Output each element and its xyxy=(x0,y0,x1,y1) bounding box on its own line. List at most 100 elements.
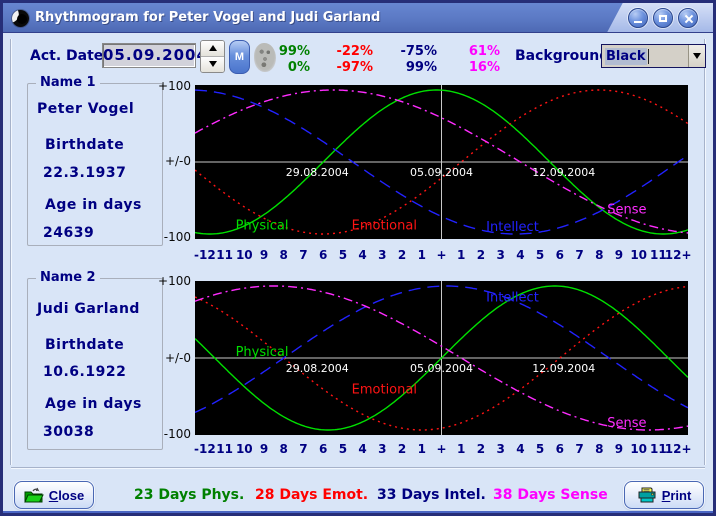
x-tick-label: 3 xyxy=(378,442,387,456)
person1-name: Peter Vogel xyxy=(37,101,135,117)
act-date-input[interactable]: 05.09.2004 xyxy=(102,43,207,68)
x-axis-ticks-2: -12 11 10 9 8 7 6 5 4 3 2 1 +1 2 3 4 5 6 7 8 9 10 11 12+ xyxy=(194,442,691,458)
portrait-icon xyxy=(254,43,276,72)
person2-group: Name 2 Judi Garland Birthdate 10.6.1922 … xyxy=(27,270,163,450)
person1-birthdate-label: Birthdate xyxy=(45,137,125,153)
x-tick-label: 3 xyxy=(496,248,505,262)
window-bottom-edge xyxy=(3,511,713,513)
series-label-emotional: Emotional xyxy=(352,383,417,398)
x-tick-label: 9 xyxy=(259,248,269,262)
readout-physical-2: 0% xyxy=(287,60,310,75)
x-tick-label: 1 xyxy=(417,248,426,262)
chart-date-label: 12.09.2004 xyxy=(532,362,595,375)
maximize-icon xyxy=(659,15,667,22)
x-tick-label: 2 xyxy=(397,442,407,456)
printer-icon xyxy=(638,487,656,502)
x-tick-label: 6 xyxy=(318,442,328,456)
maximize-button[interactable] xyxy=(653,8,673,28)
y-axis-mid-label-2: +/-0 xyxy=(164,351,191,365)
x-tick-label: 7 xyxy=(299,442,308,456)
separator xyxy=(704,39,706,465)
readout-sense-1: 61% xyxy=(468,44,500,59)
x-tick-label: 2 xyxy=(476,442,486,456)
x-tick-label: 3 xyxy=(378,248,387,262)
x-tick-label: + xyxy=(436,442,447,456)
x-tick-label: 8 xyxy=(279,442,288,456)
minimize-button[interactable] xyxy=(628,8,648,28)
x-tick-label: 8 xyxy=(595,248,604,262)
arrow-down-icon xyxy=(208,61,217,68)
x-tick-label: 10 xyxy=(235,442,253,456)
moon-icon xyxy=(12,10,29,27)
x-tick-label: 9 xyxy=(259,442,269,456)
minimize-icon xyxy=(634,21,642,23)
print-button[interactable]: Print xyxy=(624,481,704,509)
x-tick-label: 2 xyxy=(397,248,407,262)
separator xyxy=(11,467,705,469)
x-tick-label: 8 xyxy=(279,248,288,262)
x-tick-label: 12+ xyxy=(664,442,692,456)
chart-person2: 29.08.2004 05.09.2004 12.09.2004 Physical Em… xyxy=(195,281,688,435)
x-tick-label: 4 xyxy=(358,442,367,456)
person2-age-value: 30038 xyxy=(43,424,95,440)
x-tick-label: 9 xyxy=(614,248,624,262)
chart-date-label: 29.08.2004 xyxy=(286,362,349,375)
spinner-up-button[interactable] xyxy=(201,41,224,57)
x-tick-label: 12+ xyxy=(664,248,692,262)
readout-physical-1: 99% xyxy=(278,44,310,59)
biorhythm-plot: 29.08.2004 05.09.2004 12.09.2004 Physical Em… xyxy=(195,85,688,239)
x-tick-label: 1 xyxy=(457,248,466,262)
x-tick-label: 1 xyxy=(417,442,426,456)
chart-date-label: 05.09.2004 xyxy=(410,362,473,375)
x-tick-label: 10 xyxy=(630,248,648,262)
x-tick-label: 7 xyxy=(575,442,584,456)
background-label: Background xyxy=(515,48,610,64)
legend-physical: 23 Days Phys. xyxy=(134,487,245,503)
person2-birthdate-value: 10.6.1922 xyxy=(43,364,127,380)
background-select-value[interactable]: Black xyxy=(602,45,688,67)
x-tick-label: 1 xyxy=(457,442,466,456)
arrow-up-icon xyxy=(208,45,217,52)
spinner-down-button[interactable] xyxy=(201,56,224,72)
person2-name: Judi Garland xyxy=(37,301,140,317)
person2-group-label: Name 2 xyxy=(36,270,100,285)
legend-emotional: 28 Days Emot. xyxy=(255,487,369,503)
x-tick-label: 10 xyxy=(630,442,648,456)
date-spinner xyxy=(200,40,225,73)
close-window-button[interactable] xyxy=(678,8,698,28)
separator xyxy=(10,39,12,465)
biorhythm-plot: 29.08.2004 05.09.2004 12.09.2004 Physical Em… xyxy=(195,281,688,435)
x-tick-label: 11 xyxy=(216,442,233,456)
y-axis-top-label-2: +100 xyxy=(158,274,191,288)
text-caret xyxy=(647,48,649,64)
app-window: Rhythmogram for Peter Vogel and Judi Gar… xyxy=(0,0,716,516)
m-button[interactable]: M xyxy=(229,40,250,74)
dropdown-arrow-button[interactable] xyxy=(688,45,705,67)
series-label-sense: Sense xyxy=(607,416,646,431)
series-label-sense: Sense xyxy=(607,203,646,218)
x-tick-label: 4 xyxy=(358,248,367,262)
x-tick-label: 5 xyxy=(338,442,348,456)
y-axis-bottom-label-1: -100 xyxy=(163,230,191,244)
series-label-intellect: Intellect xyxy=(486,291,539,306)
y-axis-bottom-label-2: -100 xyxy=(163,427,191,441)
y-axis-top-label-1: +100 xyxy=(158,79,191,93)
biorhythm-readout-grid: 99% -22% -75% 61% 0% -97% 99% 16% xyxy=(276,44,500,76)
chart-person1: 29.08.2004 05.09.2004 12.09.2004 Physical Em… xyxy=(195,85,688,239)
close-button[interactable]: Close xyxy=(14,481,94,509)
chart-date-label: 05.09.2004 xyxy=(410,166,473,179)
background-select[interactable]: Black xyxy=(601,44,706,68)
x-tick-label: 7 xyxy=(299,248,308,262)
close-button-label: Close xyxy=(48,487,85,503)
readout-sense-2: 16% xyxy=(468,60,500,75)
person1-birthdate-value: 22.3.1937 xyxy=(43,165,127,181)
x-tick-label: 6 xyxy=(318,248,328,262)
legend-sense: 38 Days Sense xyxy=(493,487,608,503)
x-tick-label: 10 xyxy=(235,248,253,262)
legend-intellect: 33 Days Intel. xyxy=(377,487,486,503)
x-tick-label: 2 xyxy=(476,248,486,262)
x-tick-label: 11 xyxy=(216,248,233,262)
x-tick-label: -12 xyxy=(194,442,216,456)
x-axis-ticks-1: -12 11 10 9 8 7 6 5 4 3 2 1 +1 2 3 4 5 6 7 8 9 10 11 12+ xyxy=(194,248,691,264)
x-tick-label: 8 xyxy=(595,442,604,456)
